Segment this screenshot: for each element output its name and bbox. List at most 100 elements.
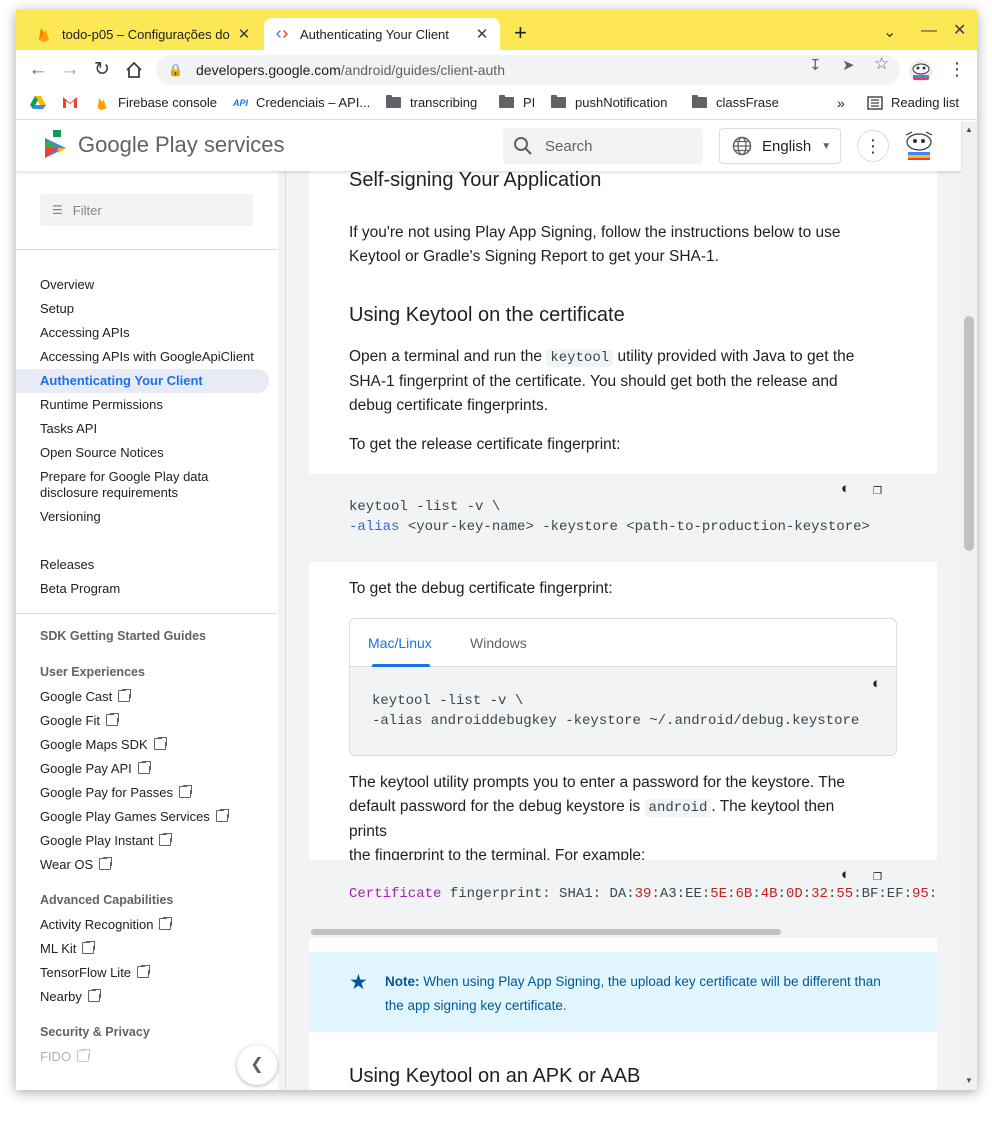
bookmark-classfrase[interactable]: classFrase: [692, 95, 779, 110]
nav-item-activity-recognition[interactable]: Activity Recognition: [40, 916, 174, 933]
bookmark-firebase[interactable]: Firebase console: [94, 95, 217, 110]
brand-product: Play services: [154, 132, 285, 157]
bookmark-star-icon[interactable]: ☆: [874, 54, 889, 74]
bookmark-pi[interactable]: PI: [499, 95, 535, 110]
url-path: /android/guides/client-auth: [340, 62, 505, 78]
bookmark-label: Firebase console: [118, 95, 217, 110]
bookmark-drive[interactable]: [30, 95, 54, 109]
scroll-up-icon[interactable]: ▲: [965, 125, 973, 134]
account-avatar[interactable]: [902, 130, 936, 162]
text: The keytool utility prompts you to enter…: [349, 774, 845, 791]
install-app-icon[interactable]: ↧: [809, 56, 822, 74]
external-link-icon: [153, 736, 168, 750]
nav-item-runtime-permissions[interactable]: Runtime Permissions: [40, 397, 163, 413]
reading-list-button[interactable]: Reading list: [867, 95, 959, 110]
lock-icon[interactable]: 🔒: [168, 63, 184, 77]
profile-avatar[interactable]: [909, 60, 933, 82]
nav-item-beta-program[interactable]: Beta Program: [40, 581, 120, 597]
tab-search-icon[interactable]: ⌄: [883, 22, 896, 42]
google-drive-icon: [30, 96, 46, 109]
nav-item-authenticating[interactable]: Authenticating Your Client: [16, 369, 269, 393]
nav-item-fido[interactable]: FIDO: [40, 1048, 92, 1065]
bookmark-transcribing[interactable]: transcribing: [386, 95, 477, 110]
collapse-sidebar-button[interactable]: ❮: [237, 1045, 277, 1085]
tab-mac-linux[interactable]: Mac/Linux: [368, 635, 432, 651]
home-icon[interactable]: [124, 60, 144, 80]
close-window-icon[interactable]: ✕: [953, 20, 966, 40]
nav-item-setup[interactable]: Setup: [40, 301, 74, 317]
nav-item-tasks-api[interactable]: Tasks API: [40, 421, 97, 437]
copy-icon[interactable]: ❐: [873, 480, 882, 499]
bookmark-pushnotification[interactable]: pushNotification: [551, 95, 668, 110]
tab-firebase[interactable]: todo-p05 – Configurações do ✕: [26, 18, 262, 50]
copy-icon[interactable]: ❐: [873, 866, 882, 885]
minimize-icon[interactable]: —: [921, 22, 937, 40]
nav-item-google-pay-api[interactable]: Google Pay API: [40, 760, 152, 777]
nav-item-accessing-apis[interactable]: Accessing APIs: [40, 325, 130, 341]
search-icon: [514, 137, 532, 155]
send-icon[interactable]: ➤: [842, 56, 855, 74]
nav-heading-sdk[interactable]: SDK Getting Started Guides: [40, 629, 206, 643]
nav-item-overview[interactable]: Overview: [40, 277, 94, 293]
nav-item-open-source[interactable]: Open Source Notices: [40, 445, 164, 461]
nav-item-play-games-services[interactable]: Google Play Games Services: [40, 808, 230, 825]
bookmark-credenciais[interactable]: API Credenciais – API...: [233, 95, 370, 110]
bookmark-label: pushNotification: [575, 95, 668, 110]
scrollbar-thumb[interactable]: [311, 929, 781, 935]
code-text: :A3:EE:: [651, 886, 711, 902]
language-selector[interactable]: English ▼: [719, 128, 841, 164]
nav-item-tensorflow-lite[interactable]: TensorFlow Lite: [40, 964, 152, 981]
nav-item-data-disclosure[interactable]: Prepare for Google Play data: [40, 469, 208, 485]
code-horizontal-scrollbar[interactable]: [309, 926, 937, 938]
address-bar[interactable]: 🔒 developers.google.com/android/guides/c…: [156, 55, 900, 85]
dark-mode-toggle-icon[interactable]: ◐: [841, 867, 850, 884]
nav-item-releases[interactable]: Releases: [40, 557, 94, 573]
scrollbar-thumb[interactable]: [964, 316, 974, 551]
paragraph-debug: To get the debug certificate fingerprint…: [349, 580, 613, 597]
nav-item-nearby[interactable]: Nearby: [40, 988, 102, 1005]
external-link-icon: [215, 808, 230, 822]
bookmark-gmail[interactable]: [62, 95, 86, 109]
inline-code-keytool: keytool: [546, 349, 614, 367]
external-link-icon: [178, 784, 193, 798]
browser-menu-icon[interactable]: ⋮: [948, 59, 966, 80]
external-link-icon: [159, 832, 174, 846]
nav-item-googleapiclient[interactable]: Accessing APIs with GoogleApiClient: [40, 349, 254, 365]
code-keyword: -alias: [349, 519, 400, 535]
close-tab-icon[interactable]: ✕: [236, 25, 252, 43]
text: utility provided with Java to get the: [617, 348, 855, 365]
reload-icon[interactable]: ↻: [90, 59, 114, 81]
nav-item-google-cast[interactable]: Google Cast: [40, 688, 133, 705]
bookmarks-overflow-icon[interactable]: »: [837, 95, 845, 111]
page-scrollbar[interactable]: ▲ ▼: [961, 121, 977, 1090]
code-number: 5E: [710, 886, 728, 902]
site-logo[interactable]: Google Play services: [44, 130, 285, 160]
nav-item-data-disclosure-line2[interactable]: disclosure requirements: [40, 485, 178, 501]
forward-icon[interactable]: →: [58, 59, 82, 81]
nav-item-ml-kit[interactable]: ML Kit: [40, 940, 97, 957]
nav-item-google-fit[interactable]: Google Fit: [40, 712, 120, 729]
close-tab-icon[interactable]: ✕: [474, 25, 490, 43]
scroll-down-icon[interactable]: ▼: [965, 1076, 973, 1085]
code-block-fingerprint[interactable]: ◐ ❐ Certificate fingerprint: SHA1: DA:39…: [309, 860, 937, 926]
dark-mode-toggle-icon[interactable]: ◐: [872, 675, 881, 692]
code-block-release[interactable]: ◐ ❐ keytool -list -v \ -alias <your-key-…: [309, 474, 937, 562]
nav-item-play-instant[interactable]: Google Play Instant: [40, 832, 174, 849]
site-menu-icon[interactable]: ⋮: [857, 130, 889, 162]
filter-input[interactable]: ☰ Filter: [40, 194, 253, 226]
nav-item-versioning[interactable]: Versioning: [40, 509, 101, 525]
nav-item-wear-os[interactable]: Wear OS: [40, 856, 114, 873]
new-tab-button[interactable]: +: [514, 22, 527, 44]
nav-item-google-pay-passes[interactable]: Google Pay for Passes: [40, 784, 193, 801]
heading-keytool-certificate: Using Keytool on the certificate: [349, 304, 625, 326]
sidebar-scrollbar[interactable]: [278, 171, 285, 1090]
external-link-icon: [137, 760, 152, 774]
site-search-input[interactable]: Search: [503, 128, 703, 164]
tab-authenticating[interactable]: Authenticating Your Client ✕: [264, 18, 500, 50]
code-block-debug[interactable]: ◐ keytool -list -v \ -alias androiddebug…: [350, 667, 896, 755]
text: When using Play App Signing, the upload …: [419, 974, 881, 989]
back-icon[interactable]: ←: [26, 59, 50, 81]
tab-windows[interactable]: Windows: [470, 635, 527, 651]
dark-mode-toggle-icon[interactable]: ◐: [841, 481, 850, 498]
nav-item-google-maps-sdk[interactable]: Google Maps SDK: [40, 736, 168, 753]
